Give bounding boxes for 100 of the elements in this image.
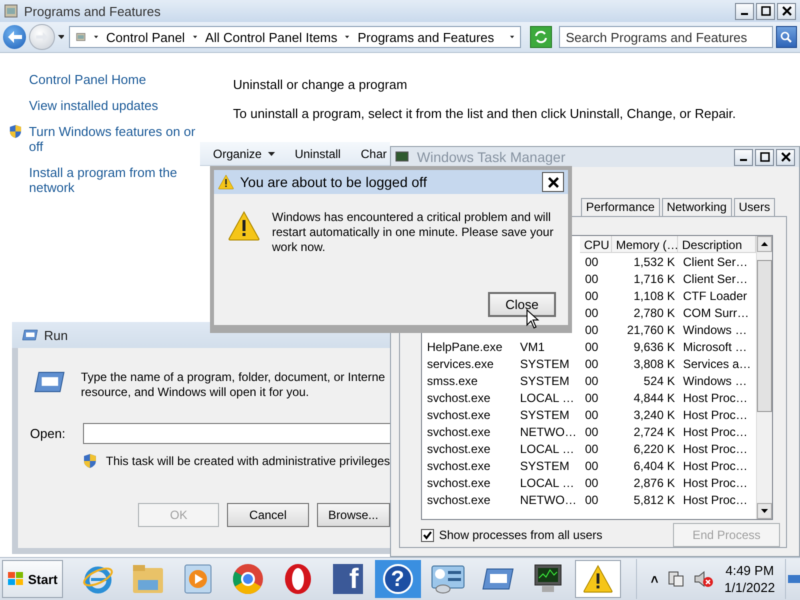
- breadcrumb[interactable]: Control Panel: [106, 30, 185, 44]
- minimize-icon: [740, 159, 747, 161]
- clock-date: 1/1/2022: [724, 579, 775, 596]
- dialog-button[interactable]: Browse...: [316, 503, 390, 527]
- close-icon: [780, 152, 790, 162]
- window-title: Windows Task Manager: [416, 149, 566, 165]
- minimize-icon: [741, 13, 748, 15]
- media-player-icon: [184, 564, 212, 594]
- refresh-button[interactable]: [530, 26, 552, 48]
- taskbar-app-button[interactable]: [574, 560, 621, 598]
- back-arrow-icon: [8, 31, 22, 43]
- table-cell-text: svchost.exe: [426, 407, 492, 423]
- scroll-down-button[interactable]: [757, 503, 772, 519]
- table-cell-text: 00: [584, 271, 600, 287]
- table-cell-text: 6,404 K: [632, 458, 676, 474]
- show-desktop-button[interactable]: [785, 559, 800, 599]
- scroll-up-button[interactable]: [757, 236, 772, 252]
- sidebar-link[interactable]: View installed updates: [29, 98, 200, 113]
- caret-icon: [58, 35, 64, 39]
- scrollbar[interactable]: [756, 236, 772, 519]
- breadcrumb[interactable]: Programs and Features: [358, 30, 494, 44]
- table-cell-text: VM1: [519, 339, 546, 355]
- table-cell-text: 1,532 K: [632, 254, 676, 270]
- toolbar-button[interactable]: Char: [360, 146, 387, 160]
- address-bar[interactable]: Control Panel All Control Panel Items Programs and Features: [69, 26, 522, 48]
- toolbar-button[interactable]: Uninstall: [294, 146, 341, 160]
- start-button[interactable]: Start: [2, 560, 63, 598]
- tray-expand-button[interactable]: ˄: [650, 572, 658, 586]
- maximize-button[interactable]: [756, 2, 775, 20]
- table-cell-text: svchost.exe: [426, 475, 492, 491]
- column-header[interactable]: Memory (…: [612, 236, 678, 253]
- table-cell-text: 1,108 K: [632, 288, 676, 304]
- shield-icon: [82, 453, 98, 469]
- close-icon: [548, 176, 558, 188]
- tab[interactable]: Networking: [662, 198, 732, 216]
- table-cell-text: Host Proc…: [682, 424, 749, 440]
- table-cell-text: LOCAL …: [519, 475, 576, 491]
- sidebar-link[interactable]: Control Panel Home: [29, 72, 200, 87]
- close-button[interactable]: [542, 172, 564, 192]
- maximize-icon: [760, 6, 770, 16]
- table-cell-text: 00: [584, 373, 600, 389]
- input-field[interactable]: [83, 423, 390, 444]
- back-button[interactable]: [3, 25, 26, 49]
- close-button[interactable]: Close: [488, 292, 556, 317]
- table-cell-text: 00: [584, 322, 600, 338]
- table-cell-text: 00: [584, 390, 600, 406]
- table-cell-text: 00: [584, 475, 600, 491]
- maximize-button[interactable]: [755, 148, 774, 166]
- search-field[interactable]: Search Programs and Features: [558, 26, 773, 48]
- column-header[interactable]: CPU: [580, 236, 612, 253]
- close-icon: [782, 6, 792, 16]
- table-cell-text: Client Ser…: [682, 254, 749, 270]
- taskbar-app-button[interactable]: f: [324, 560, 371, 598]
- page-heading: Uninstall or change a program: [233, 77, 408, 94]
- table-cell-text: Windows …: [682, 373, 748, 389]
- toolbar-button[interactable]: Organize: [213, 146, 275, 160]
- close-button[interactable]: [777, 2, 796, 20]
- taskbar-app-button[interactable]: ?: [374, 560, 421, 598]
- table-cell-text: HelpPane.exe: [426, 339, 504, 355]
- window-title: Programs and Features: [24, 4, 162, 18]
- scroll-thumb[interactable]: [757, 260, 772, 412]
- tab[interactable]: Performance: [581, 198, 660, 216]
- windows-logo-icon: [7, 571, 25, 587]
- desktop-icon: [788, 574, 800, 584]
- check-icon: [423, 530, 432, 540]
- chrome-icon: [232, 563, 264, 595]
- network-icon[interactable]: [668, 570, 684, 588]
- window-icon: [4, 4, 18, 18]
- search-button[interactable]: [776, 26, 798, 48]
- table-cell-text: 21,760 K: [626, 322, 676, 338]
- opera-icon: [282, 563, 313, 595]
- dialog-button[interactable]: Cancel: [227, 503, 309, 527]
- tab[interactable]: Users: [734, 198, 776, 216]
- table-cell-text: 00: [584, 492, 600, 508]
- clock[interactable]: 4:49 PM 1/1/2022: [724, 562, 775, 596]
- sidebar-link[interactable]: Install a program from the network: [29, 165, 200, 195]
- table-cell-text: 5,812 K: [632, 492, 676, 508]
- table-cell-text: Host Proc…: [682, 492, 749, 508]
- close-button[interactable]: [776, 148, 795, 166]
- muted-speaker-icon[interactable]: [694, 570, 714, 588]
- warning-icon: [228, 210, 260, 242]
- window-title: You are about to be logged off: [240, 174, 428, 190]
- down-arrow-icon: [761, 509, 768, 513]
- minimize-button[interactable]: [734, 148, 753, 166]
- table-cell-text: Microsoft …: [682, 339, 748, 355]
- caret-icon: [345, 35, 350, 39]
- help-icon: ?: [382, 564, 413, 594]
- cursor-icon: [526, 309, 540, 329]
- table-cell-text: SYSTEM: [519, 356, 570, 372]
- caret-icon: [192, 35, 198, 39]
- table-cell-text: SYSTEM: [519, 373, 570, 389]
- table-cell-text: 2,724 K: [632, 424, 676, 440]
- column-header[interactable]: Description: [678, 236, 756, 253]
- table-cell-text: SYSTEM: [519, 458, 570, 474]
- minimize-button[interactable]: [735, 2, 754, 20]
- table-cell-text: 6,220 K: [632, 441, 676, 457]
- folder-icon: [132, 564, 164, 594]
- breadcrumb[interactable]: All Control Panel Items: [205, 30, 338, 44]
- sidebar-link[interactable]: Turn Windows features on or off: [28, 124, 200, 154]
- checkbox[interactable]: [421, 528, 434, 542]
